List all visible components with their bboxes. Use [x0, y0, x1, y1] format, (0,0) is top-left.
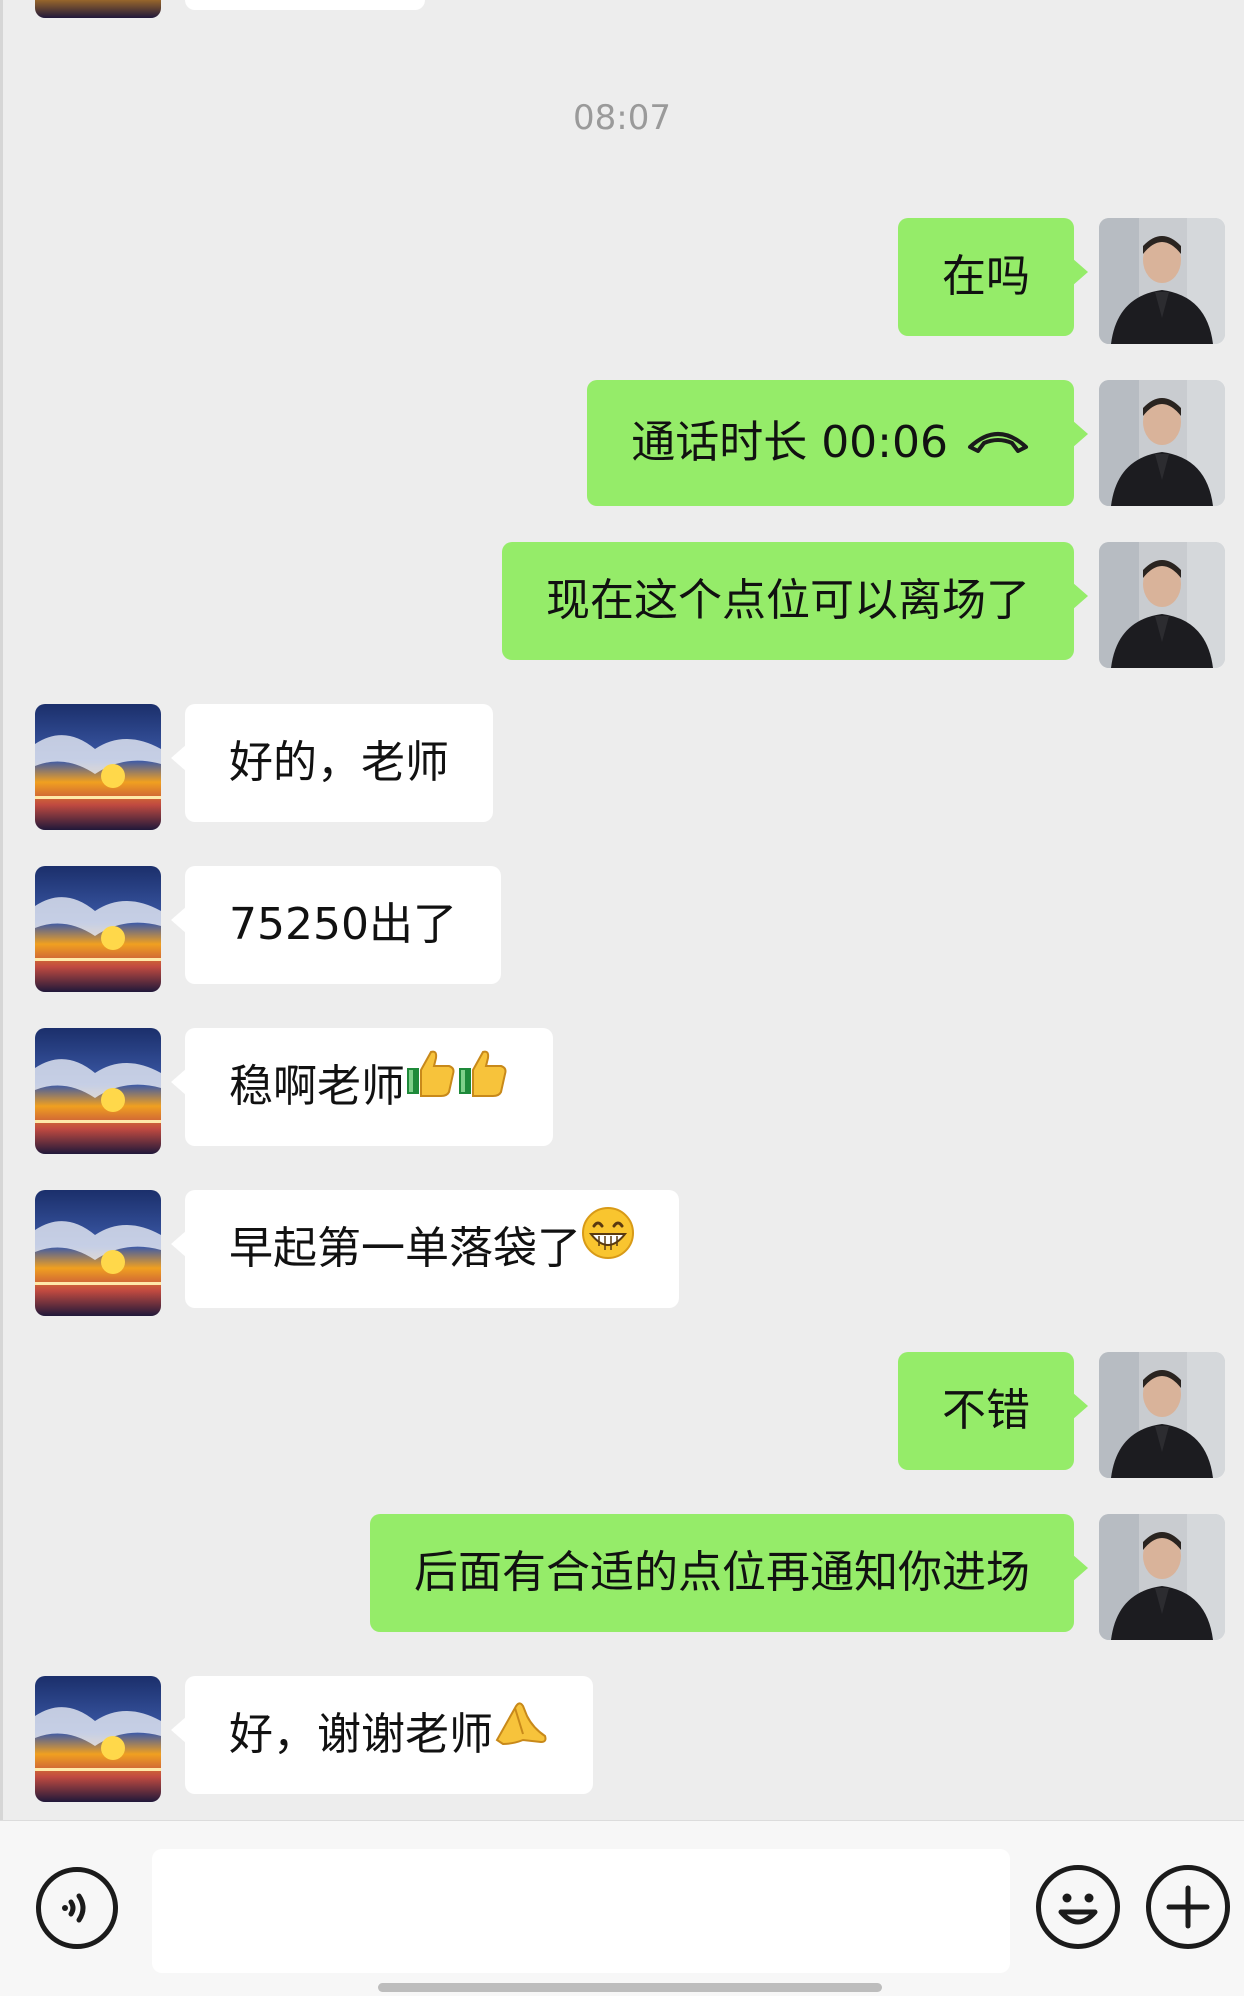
contact-avatar[interactable]: [35, 1190, 161, 1316]
contact-avatar[interactable]: [35, 704, 161, 830]
message-bubble[interactable]: 稳啊老师: [171, 1025, 553, 1146]
message-text: 早起第一单落袋了: [229, 1223, 581, 1274]
user-avatar[interactable]: [1099, 380, 1225, 506]
message-text: 现在这个点位可以离场了: [546, 575, 1030, 626]
folded-hands-icon: [493, 1673, 549, 1791]
message-bubble[interactable]: 好的，老师: [171, 704, 493, 822]
contact-avatar[interactable]: [35, 0, 161, 18]
message-text: 好，谢谢老师: [229, 1709, 493, 1760]
message-bubble[interactable]: 在吗: [898, 218, 1088, 336]
input-toolbar: [0, 1820, 1244, 1996]
message-text: 稳啊老师: [229, 1061, 405, 1112]
message-input[interactable]: [152, 1849, 1010, 1973]
thumbs-up-icon: [405, 1025, 457, 1143]
contact-avatar[interactable]: [35, 1676, 161, 1802]
phone-hangup-icon: [966, 378, 1030, 504]
message-text: 不错: [942, 1385, 1030, 1436]
message-bubble[interactable]: 75250出了: [171, 866, 501, 984]
emoji-icon[interactable]: [1036, 1865, 1120, 1949]
message-text: 75250出了: [229, 899, 457, 950]
plus-icon[interactable]: [1146, 1865, 1230, 1949]
voice-icon[interactable]: [36, 1867, 118, 1949]
call-record-bubble[interactable]: 通话时长 00:06: [587, 378, 1088, 506]
message-bubble[interactable]: 早起第一单落袋了: [171, 1187, 679, 1308]
home-indicator[interactable]: [378, 1983, 882, 1992]
message-text: 后面有合适的点位再通知你进场: [414, 1547, 1030, 1598]
message-bubble[interactable]: 后面有合适的点位再通知你进场: [370, 1514, 1088, 1632]
contact-avatar[interactable]: [35, 1028, 161, 1154]
grinning-face-icon: [581, 1187, 635, 1305]
user-avatar[interactable]: [1099, 218, 1225, 344]
user-avatar[interactable]: [1099, 1514, 1225, 1640]
message-text: 通话时长 00:06: [631, 417, 948, 468]
message-bubble[interactable]: 不错: [898, 1352, 1088, 1470]
message-text: 在吗: [942, 251, 1030, 302]
message-bubble[interactable]: 现在这个点位可以离场了: [502, 542, 1088, 660]
thumbs-up-icon: [457, 1025, 509, 1143]
chat-area[interactable]: 08:07 在吗 通话时长 00:06 现在这个点位可以离场了 好的，老师 75…: [0, 0, 1244, 1820]
timestamp: 08:07: [573, 98, 671, 138]
message-bubble: [185, 0, 425, 10]
message-text: 好的，老师: [229, 737, 449, 788]
contact-avatar[interactable]: [35, 866, 161, 992]
message-bubble[interactable]: 好，谢谢老师: [171, 1673, 593, 1794]
user-avatar[interactable]: [1099, 1352, 1225, 1478]
user-avatar[interactable]: [1099, 542, 1225, 668]
